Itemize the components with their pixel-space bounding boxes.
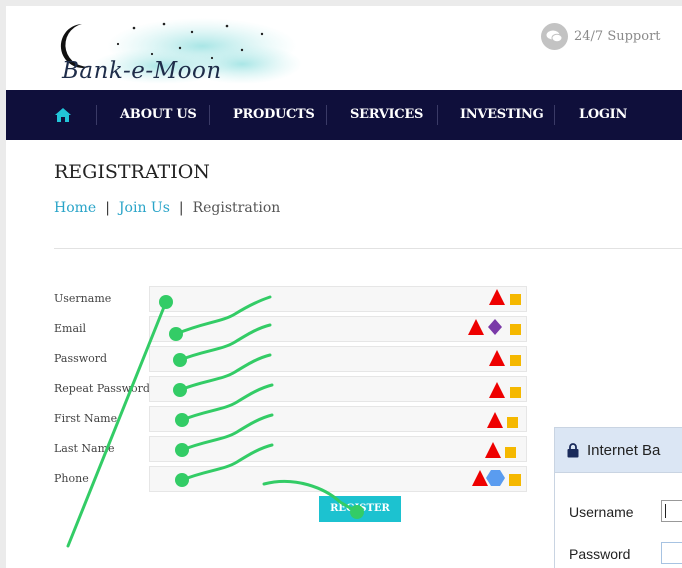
breadcrumb-join-us[interactable]: Join Us [119,200,170,216]
nav-item-investing[interactable]: INVESTING [460,90,544,140]
ib-username-input[interactable] [661,500,682,522]
register-button[interactable]: REGISTER [319,496,401,522]
breadcrumb-separator: | [178,200,184,216]
page-title: REGISTRATION [54,161,210,183]
page: Bank-e-Moon 24/7 Support ABOUT US PRODUC… [6,6,682,568]
repeat-password-label: Repeat Password [54,382,150,395]
nav-divider [554,105,555,125]
support-link[interactable]: 24/7 Support [541,23,661,50]
repeat-password-input[interactable] [149,376,527,402]
internet-banking-panel: Internet Ba Username Password [554,427,682,568]
breadcrumb-current: Registration [192,200,281,216]
nav-item-products[interactable]: PRODUCTS [233,90,315,140]
breadcrumb-separator: | [105,200,110,216]
ib-username-label: Username [569,504,634,520]
first-name-input[interactable] [149,406,527,432]
nav-item-services[interactable]: SERVICES [350,90,423,140]
main-nav: ABOUT US PRODUCTS SERVICES INVESTING LOG… [6,90,682,140]
nav-item-about-us[interactable]: ABOUT US [120,90,197,140]
ib-password-input[interactable] [661,542,682,564]
breadcrumb-home[interactable]: Home [54,200,96,216]
text-cursor [665,504,666,518]
nav-divider [326,105,327,125]
last-name-input[interactable] [149,436,527,462]
nav-divider [209,105,210,125]
nav-divider [437,105,438,125]
home-icon[interactable] [54,107,72,123]
last-name-label: Last Name [54,442,115,455]
email-input[interactable] [149,316,527,342]
nav-divider [96,105,97,125]
phone-input[interactable] [149,466,527,492]
support-label: 24/7 Support [574,29,661,44]
internet-banking-header: Internet Ba [555,428,682,473]
username-input[interactable] [149,286,527,312]
username-label: Username [54,292,112,305]
lock-icon [567,442,579,457]
section-divider [54,248,682,249]
email-label: Email [54,322,87,335]
password-label: Password [54,352,108,365]
password-input[interactable] [149,346,527,372]
breadcrumb: Home | Join Us | Registration [54,200,280,216]
ib-password-label: Password [569,546,631,562]
first-name-label: First Name [54,412,118,425]
internet-banking-title: Internet Ba [587,441,661,459]
chat-bubble-icon [541,23,568,50]
phone-label: Phone [54,472,89,485]
nav-item-login[interactable]: LOGIN [579,90,627,140]
brand-name: Bank-e-Moon [62,58,222,84]
